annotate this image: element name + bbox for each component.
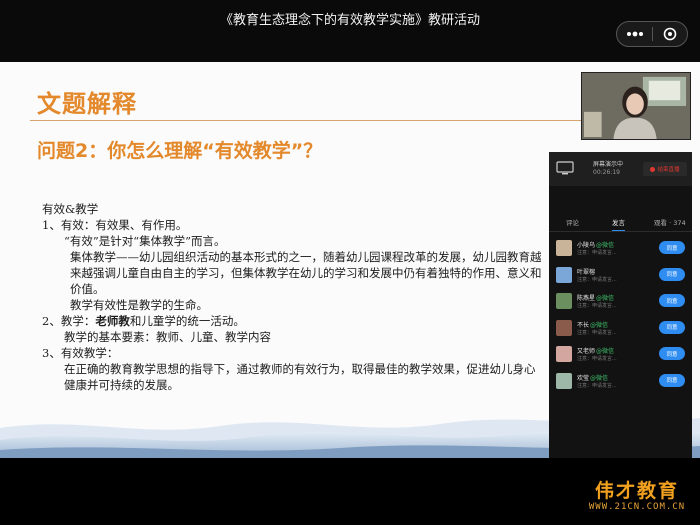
approve-button[interactable]: 同意 xyxy=(659,373,685,387)
list-item: 叶翠榕 注意：申请发言... 同意 xyxy=(556,264,688,291)
body-text-span: 和儿童学的统一活动。 xyxy=(129,314,245,328)
speak-request-list: 小陵乌@微信 注意：申请发言... 同意 叶翠榕 注意：申请发言... 同意 陈… xyxy=(556,237,688,396)
body-line: “有效”是针对“集体教学”而言。 xyxy=(64,234,226,248)
user-name: 不长@微信 xyxy=(577,321,609,329)
body-bold-span: 老师教 xyxy=(95,314,130,328)
end-live-label: 结束直播 xyxy=(657,167,680,173)
top-bar: 《教育生态理念下的有效教学实施》教研活动 xyxy=(0,0,700,62)
user-name: 陈燕星@微信 xyxy=(577,295,615,302)
body-line: 集体教学——幼儿园组织活动的基本形式的之一，随着幼儿园课程改革的发展，幼儿园教育… xyxy=(70,250,542,296)
body-text-span: 2、教学： xyxy=(42,314,96,328)
avatar xyxy=(556,293,572,309)
live-status-bar: 屏幕演示中 00:26:19 结束直播 xyxy=(549,152,692,186)
close-circle-icon[interactable] xyxy=(653,22,687,46)
tabs-divider xyxy=(549,231,692,232)
tab-comment[interactable]: 评论 xyxy=(566,217,579,227)
user-name: 小陵乌@微信 xyxy=(577,242,615,249)
body-line: 教学的基本要素：教师、儿童、教学内容 xyxy=(64,330,271,344)
screen-share-icon xyxy=(556,161,574,175)
approve-button[interactable]: 同意 xyxy=(659,294,685,307)
menu-capsule xyxy=(616,21,688,47)
panel-tabs: 评论 发言 观看 · 374 xyxy=(549,214,692,231)
body-line-heading: 有效&教学 xyxy=(42,202,99,216)
body-line: 3、有效教学： xyxy=(42,346,119,360)
tab-speak[interactable]: 发言 xyxy=(612,217,625,231)
body-line: 教学有效性是教学的生命。 xyxy=(70,298,208,312)
body-line: 2、教学：老师教和儿童学的统一活动。 xyxy=(42,313,546,329)
watermark: 伟才教育 WWW.21CN.COM.CN xyxy=(578,476,696,522)
avatar xyxy=(556,266,572,283)
slide-question: 问题2：你怎么理解“有效教学”？ xyxy=(37,140,323,162)
end-live-button[interactable]: 结束直播 xyxy=(643,162,687,176)
user-note: 注意：申请发言... xyxy=(577,329,617,336)
live-panel: 屏幕演示中 00:26:19 结束直播 评论 发言 观看 · 374 小陵乌@微… xyxy=(549,152,692,458)
avatar xyxy=(556,240,572,256)
avatar xyxy=(556,346,572,362)
user-note: 注意：申请发言... xyxy=(577,356,617,362)
slide-title: 文题解释 xyxy=(37,90,137,118)
page-title: 《教育生态理念下的有效教学实施》教研活动 xyxy=(219,13,480,28)
approve-button[interactable]: 同意 xyxy=(659,320,685,334)
user-note: 注意：申请发言... xyxy=(577,276,617,283)
watermark-url: WWW.21CN.COM.CN xyxy=(588,502,686,512)
list-item: 欢莹@微信 注意：申请发言... 同意 xyxy=(556,370,688,397)
approve-button[interactable]: 同意 xyxy=(659,241,685,254)
user-note: 注意：申请发言... xyxy=(577,382,617,389)
speaker-video[interactable] xyxy=(581,72,691,140)
title-underline xyxy=(30,120,590,121)
tab-viewers[interactable]: 观看 · 374 xyxy=(654,217,686,227)
approve-button[interactable]: 同意 xyxy=(659,347,685,360)
avatar xyxy=(556,372,572,389)
avatar xyxy=(556,319,572,336)
live-timer: 00:26:19 xyxy=(593,169,620,176)
list-item: 陈燕星@微信 注意：申请发言... 同意 xyxy=(556,290,688,317)
slide-body: 有效&教学 1、有效：有效果、有作用。 “有效”是针对“集体教学”而言。 集体教… xyxy=(42,201,546,393)
list-item: 不长@微信 注意：申请发言... 同意 xyxy=(556,317,688,344)
list-item: 小陵乌@微信 注意：申请发言... 同意 xyxy=(556,237,688,264)
more-dots-icon[interactable] xyxy=(617,22,652,46)
user-note: 注意：申请发言... xyxy=(577,250,617,256)
user-name: 叶翠榕 xyxy=(577,268,596,276)
record-dot-icon xyxy=(650,166,656,172)
user-name: 又老师@微信 xyxy=(577,348,615,355)
user-name: 欢莹@微信 xyxy=(577,374,609,382)
live-status-text: 屏幕演示中 xyxy=(593,161,624,168)
user-note: 注意：申请发言... xyxy=(577,303,617,309)
watermark-brand: 伟才教育 xyxy=(594,480,679,502)
approve-button[interactable]: 同意 xyxy=(659,267,685,281)
list-item: 又老师@微信 注意：申请发言... 同意 xyxy=(556,343,688,370)
body-line: 1、有效：有效果、有作用。 xyxy=(42,218,188,232)
